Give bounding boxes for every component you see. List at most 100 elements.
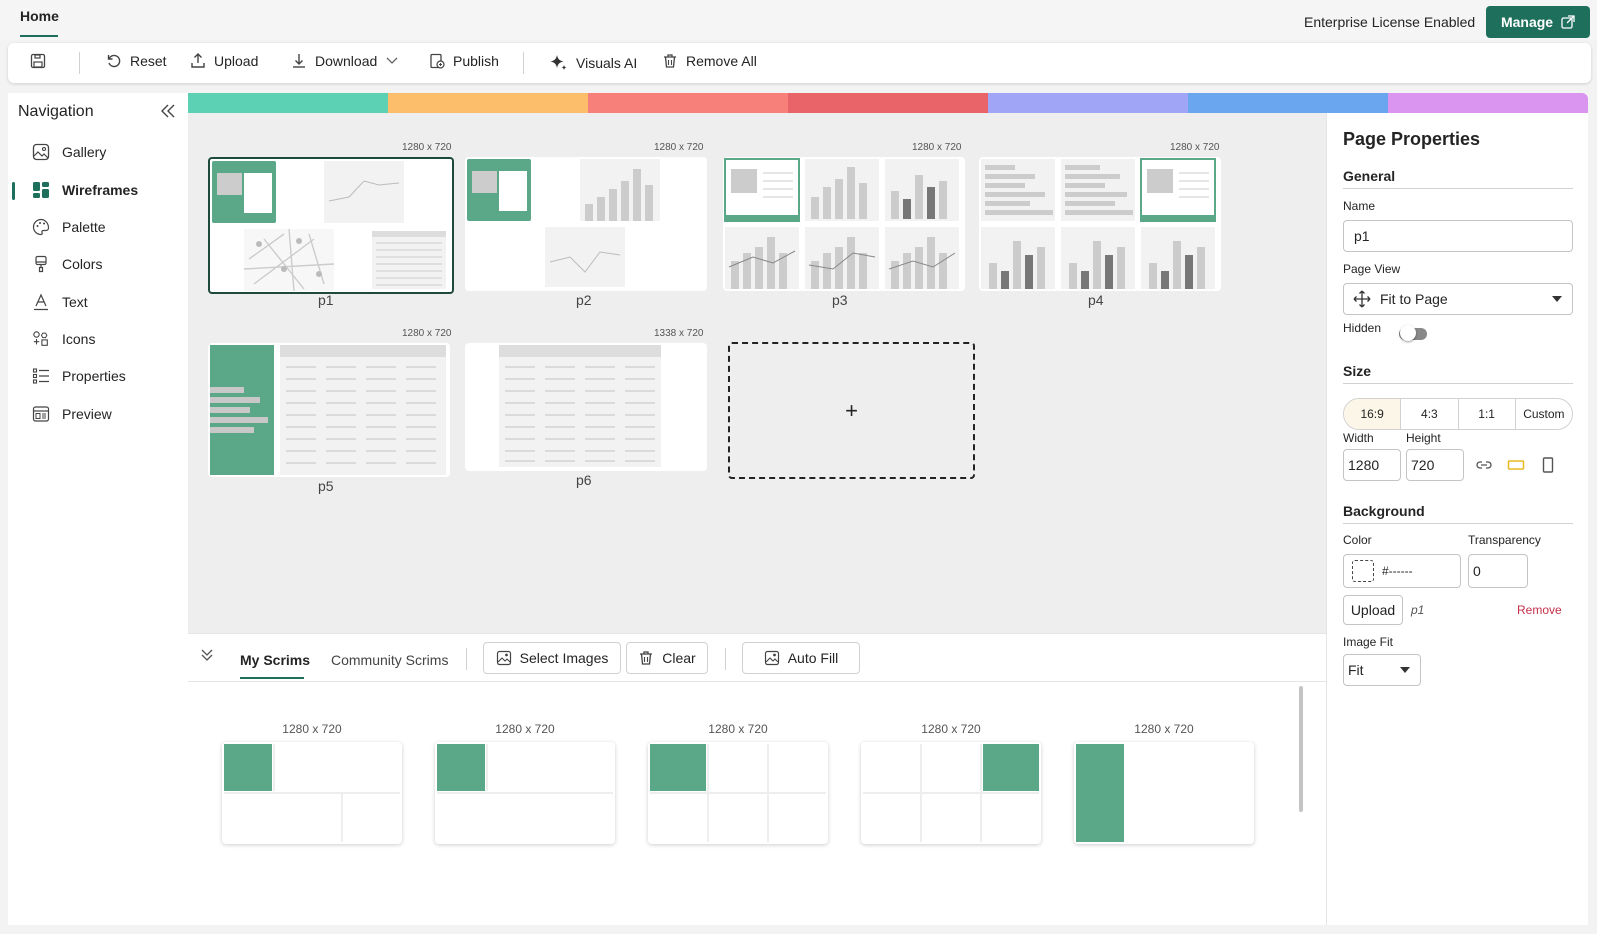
double-chevron-left-icon bbox=[161, 104, 175, 118]
page-size-label: 1338 x 720 bbox=[654, 328, 704, 339]
width-input[interactable]: 1280 bbox=[1343, 449, 1401, 481]
nav-item-wireframes[interactable]: Wireframes bbox=[32, 181, 138, 199]
transparency-input[interactable]: 0 bbox=[1468, 554, 1528, 588]
select-images-button[interactable]: Select Images bbox=[483, 642, 621, 674]
page-name-label: p1 bbox=[318, 292, 334, 308]
ratio-1-1[interactable]: 1:1 bbox=[1459, 399, 1516, 429]
landscape-button[interactable] bbox=[1507, 456, 1525, 477]
remove-all-button[interactable]: Remove All bbox=[662, 53, 757, 69]
portrait-button[interactable] bbox=[1539, 456, 1557, 477]
navigation-title: Navigation bbox=[18, 103, 94, 120]
name-input[interactable]: p1 bbox=[1343, 220, 1573, 252]
nav-item-label: Palette bbox=[62, 219, 106, 235]
clear-button[interactable]: Clear bbox=[626, 642, 708, 674]
palette-icon bbox=[32, 218, 50, 236]
color-input[interactable]: #------ bbox=[1343, 554, 1461, 588]
scrim-size-label: 1280 x 720 bbox=[921, 722, 981, 736]
nav-item-properties[interactable]: Properties bbox=[32, 367, 126, 385]
image-fit-select[interactable]: Fit bbox=[1343, 654, 1421, 686]
manage-button[interactable]: Manage bbox=[1486, 6, 1590, 38]
nav-item-preview[interactable]: Preview bbox=[32, 405, 112, 423]
palette-swatch bbox=[588, 93, 788, 113]
nav-item-palette[interactable]: Palette bbox=[32, 218, 106, 236]
hidden-toggle[interactable] bbox=[1399, 325, 1427, 341]
publish-button[interactable]: Publish bbox=[429, 53, 499, 69]
page-thumbnail-p1[interactable] bbox=[208, 157, 454, 294]
navigation-panel: Navigation Gallery Wireframes Palette Co… bbox=[8, 93, 188, 925]
auto-fill-button[interactable]: Auto Fill bbox=[742, 642, 860, 674]
lock-ratio-button[interactable] bbox=[1475, 456, 1493, 477]
select-images-label: Select Images bbox=[519, 650, 609, 666]
gallery-icon bbox=[32, 143, 50, 161]
page-size-label: 1280 x 720 bbox=[1170, 142, 1220, 153]
visuals-ai-button[interactable]: Visuals AI bbox=[548, 53, 637, 73]
transparency-value: 0 bbox=[1473, 563, 1481, 579]
scrim-thumbnail[interactable] bbox=[1074, 742, 1254, 844]
plus-icon: + bbox=[845, 397, 858, 423]
wire-table bbox=[372, 231, 446, 289]
nav-item-icons[interactable]: Icons bbox=[32, 330, 95, 348]
ratio-4-3[interactable]: 4:3 bbox=[1401, 399, 1459, 429]
save-button[interactable] bbox=[30, 53, 46, 69]
wire-image bbox=[472, 171, 497, 193]
scrim-size-label: 1280 x 720 bbox=[282, 722, 342, 736]
wire-map bbox=[243, 228, 335, 292]
tab-divider bbox=[466, 648, 467, 670]
nav-item-text[interactable]: Text bbox=[32, 293, 88, 311]
collapse-scrims-button[interactable] bbox=[200, 648, 214, 665]
color-label: Color bbox=[1343, 533, 1372, 547]
wire-bar-chart bbox=[580, 159, 660, 221]
page-view-label: Page View bbox=[1343, 262, 1401, 276]
caret-down-icon bbox=[1400, 667, 1410, 673]
nav-item-colors[interactable]: Colors bbox=[32, 255, 102, 273]
nav-active-indicator bbox=[12, 182, 15, 200]
scrims-scrollbar[interactable] bbox=[1299, 686, 1303, 812]
ratio-16-9[interactable]: 16:9 bbox=[1344, 399, 1402, 429]
scrim-thumbnail[interactable] bbox=[222, 742, 402, 844]
height-value: 720 bbox=[1411, 457, 1435, 473]
scrim-thumbnail[interactable] bbox=[648, 742, 828, 844]
nav-item-gallery[interactable]: Gallery bbox=[32, 143, 106, 161]
tab-community-scrims[interactable]: Community Scrims bbox=[331, 652, 448, 668]
page-thumbnail-p2[interactable] bbox=[465, 157, 707, 291]
height-input[interactable]: 720 bbox=[1406, 449, 1464, 481]
scrim-size-label: 1280 x 720 bbox=[495, 722, 555, 736]
page-thumbnail-p6[interactable] bbox=[465, 343, 707, 471]
wire-line-chart bbox=[324, 161, 404, 223]
remove-image-link[interactable]: Remove bbox=[1517, 603, 1562, 617]
download-button[interactable]: Download bbox=[291, 53, 399, 69]
add-page-button[interactable]: + bbox=[728, 342, 975, 479]
save-icon bbox=[30, 53, 46, 69]
button-divider bbox=[725, 648, 726, 670]
page-thumbnail-p5[interactable] bbox=[208, 343, 450, 477]
nav-item-label: Properties bbox=[62, 368, 126, 384]
remove-all-label: Remove All bbox=[686, 53, 757, 69]
page-thumbnail-p4[interactable] bbox=[979, 157, 1221, 291]
nav-item-label: Colors bbox=[62, 256, 103, 272]
image-file-name: p1 bbox=[1411, 603, 1425, 617]
color-swatch[interactable] bbox=[1352, 560, 1374, 582]
width-value: 1280 bbox=[1348, 457, 1380, 473]
tab-home[interactable]: Home bbox=[20, 8, 59, 24]
page-name-label: p2 bbox=[576, 292, 592, 308]
tab-my-scrims[interactable]: My Scrims bbox=[240, 652, 310, 668]
scrim-thumbnail[interactable] bbox=[435, 742, 615, 844]
palette-color-bar bbox=[188, 93, 1588, 113]
transparency-label: Transparency bbox=[1468, 533, 1541, 547]
scrim-thumbnail[interactable] bbox=[861, 742, 1041, 844]
upload-button[interactable]: Upload bbox=[190, 53, 258, 69]
aspect-ratio-selector: 16:9 4:3 1:1 Custom bbox=[1343, 398, 1573, 430]
open-external-icon bbox=[1561, 15, 1575, 29]
upload-image-button[interactable]: Upload bbox=[1343, 595, 1403, 625]
nav-item-label: Wireframes bbox=[62, 182, 139, 198]
ratio-custom[interactable]: Custom bbox=[1516, 399, 1572, 429]
page-thumbnail-p3[interactable] bbox=[723, 157, 965, 291]
page-view-select[interactable]: Fit to Page bbox=[1343, 283, 1573, 315]
palette-swatch bbox=[1388, 93, 1588, 113]
wire-lines bbox=[499, 171, 527, 211]
upload-icon bbox=[191, 53, 205, 68]
caret-down-icon bbox=[1552, 296, 1562, 302]
color-value: #------ bbox=[1382, 564, 1413, 578]
collapse-nav-button[interactable] bbox=[160, 103, 176, 124]
reset-button[interactable]: Reset bbox=[106, 53, 167, 69]
